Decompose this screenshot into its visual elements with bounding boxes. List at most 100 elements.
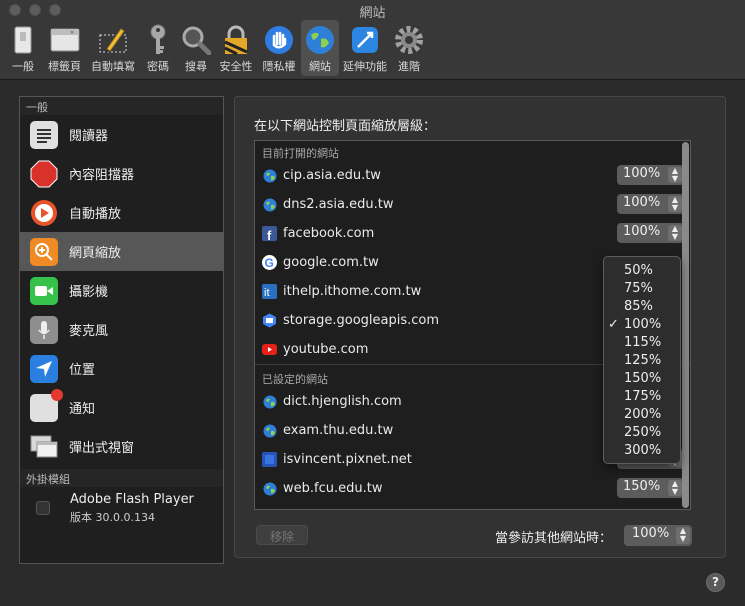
tab-extensions[interactable]: 延伸功能 <box>339 20 391 76</box>
sidebar-item-notifications[interactable]: 通知 <box>20 388 223 427</box>
zoom-popup-button[interactable]: 100% ▲ ▼ <box>617 194 684 214</box>
sidebar-section-general: 一般 <box>20 97 223 115</box>
sidebar-item-location[interactable]: 位置 <box>20 349 223 388</box>
zoom-option[interactable]: 300% <box>604 442 680 460</box>
toolbar: 網站 一般 ✕ 標籤頁 自動填寫 密碼 搜尋 安全性 隱私權 網站 延伸功能 進… <box>0 0 745 80</box>
ithelp-icon: it <box>262 284 277 299</box>
extension-icon <box>349 24 381 56</box>
microphone-icon <box>30 315 58 344</box>
sidebar-item-popups[interactable]: 彈出式視窗 <box>20 427 223 466</box>
site-domain: youtube.com <box>283 342 369 357</box>
tab-autofill[interactable]: 自動填寫 <box>87 20 139 76</box>
site-domain: exam.thu.edu.tw <box>283 423 394 438</box>
tab-websites[interactable]: 網站 <box>301 20 339 76</box>
site-domain: facebook.com <box>283 226 375 241</box>
updown-arrow-icon: ▲▼ <box>668 167 682 183</box>
open-sites-header: 目前打開的網站 <box>262 147 339 160</box>
facebook-icon: f <box>262 226 277 241</box>
popup-window-icon <box>30 433 58 461</box>
magnifier-icon <box>180 24 212 56</box>
remove-button[interactable]: 移除 <box>256 525 308 545</box>
zoom-option[interactable]: 50% <box>604 262 680 280</box>
zoom-option[interactable]: 200% <box>604 406 680 424</box>
updown-arrow-icon: ▲▼ <box>668 196 682 212</box>
hand-icon <box>263 24 295 56</box>
sidebar-item-content-blockers[interactable]: 內容阻擋器 <box>20 154 223 193</box>
plugin-version: 版本 30.0.0.134 <box>70 511 155 524</box>
zoom-popup-button[interactable]: 100% ▲ ▼ <box>617 165 684 185</box>
globe-icon <box>262 168 277 183</box>
globe-icon <box>262 394 277 409</box>
site-row[interactable]: cip.asia.edu.tw 100% ▲ ▼ <box>255 161 690 190</box>
tab-privacy[interactable]: 隱私權 <box>257 20 301 76</box>
google-icon: G <box>262 255 277 270</box>
site-row[interactable]: dns2.asia.edu.tw 100% ▲ ▼ <box>255 190 690 219</box>
zoom-icon <box>30 237 58 266</box>
location-icon <box>30 354 58 383</box>
globe-icon <box>262 423 277 438</box>
youtube-icon <box>262 342 277 357</box>
svg-text:f: f <box>267 228 272 241</box>
switch-icon <box>7 24 39 56</box>
zoom-popup-button[interactable]: 100% ▲ ▼ <box>617 223 684 243</box>
camera-icon <box>30 276 58 305</box>
zoom-dropdown-menu: 50% 75% 85% ✓ 100% 115% 125% 150% 175% 200% 250% 30… <box>603 256 681 464</box>
zoom-option[interactable]: 250% <box>604 424 680 442</box>
other-sites-label: 當參訪其他網站時： <box>495 531 613 546</box>
tab-search[interactable]: 搜尋 <box>177 20 215 76</box>
plugin-name: Adobe Flash Player <box>70 492 194 507</box>
zoom-popup-button[interactable]: 150% ▲ ▼ <box>617 478 684 498</box>
svg-text:it: it <box>264 287 270 299</box>
zoom-option[interactable]: 150% <box>604 370 680 388</box>
site-domain: dns2.asia.edu.tw <box>283 197 394 212</box>
sidebar-section-plugins: 外掛模組 <box>20 469 223 487</box>
site-domain: isvincent.pixnet.net <box>283 452 412 467</box>
zoom-option[interactable]: 85% <box>604 298 680 316</box>
google-cloud-icon <box>262 313 277 328</box>
zoom-option[interactable]: 75% <box>604 280 680 298</box>
tab-advanced[interactable]: 進階 <box>391 20 427 76</box>
sidebar: 一般 閱讀器 內容阻擋器 自動播放 網頁縮放 攝影機 麥克風 位置 通知 彈出式… <box>19 96 224 564</box>
plugin-flash[interactable]: Adobe Flash Player 版本 30.0.0.134 <box>20 487 223 525</box>
zoom-option[interactable]: 115% <box>604 334 680 352</box>
zoom-option[interactable]: 175% <box>604 388 680 406</box>
globe-icon <box>262 481 277 496</box>
site-domain: storage.googleapis.com <box>283 313 440 328</box>
sidebar-item-reader[interactable]: 閱讀器 <box>20 115 223 154</box>
help-button[interactable]: ? <box>706 573 725 592</box>
key-icon <box>142 24 174 56</box>
updown-arrow-icon: ▲▼ <box>668 225 682 241</box>
site-domain: cip.asia.edu.tw <box>283 168 381 183</box>
sidebar-item-autoplay[interactable]: 自動播放 <box>20 193 223 232</box>
scrollbar[interactable] <box>682 142 689 508</box>
site-domain: web.fcu.edu.tw <box>283 481 383 496</box>
gear-icon <box>393 24 425 56</box>
sidebar-item-camera[interactable]: 攝影機 <box>20 271 223 310</box>
site-domain: google.com.tw <box>283 255 379 270</box>
svg-text:G: G <box>265 256 274 270</box>
site-row[interactable]: f facebook.com 100% ▲ ▼ <box>255 219 690 248</box>
preference-tabs: 一般 ✕ 標籤頁 自動填寫 密碼 搜尋 安全性 隱私權 網站 延伸功能 進階 <box>4 20 427 76</box>
checkmark-icon: ✓ <box>608 317 619 332</box>
pixnet-icon <box>262 452 277 467</box>
play-icon <box>30 199 58 227</box>
globe-icon <box>304 24 336 56</box>
site-domain: dict.hjenglish.com <box>283 394 402 409</box>
tab-general[interactable]: 一般 <box>4 20 42 76</box>
zoom-option[interactable]: 125% <box>604 352 680 370</box>
reader-icon <box>30 120 58 149</box>
stop-sign-icon <box>30 160 58 188</box>
zoom-option[interactable]: ✓ 100% <box>604 316 680 334</box>
sidebar-item-microphone[interactable]: 麥克風 <box>20 310 223 349</box>
window-title: 網站 <box>359 6 386 21</box>
tab-security[interactable]: 安全性 <box>215 20 257 76</box>
globe-icon <box>262 197 277 212</box>
plugin-checkbox[interactable] <box>36 501 50 515</box>
tab-tabs[interactable]: ✕ 標籤頁 <box>42 20 87 76</box>
site-row[interactable]: web.fcu.edu.tw 150% ▲ ▼ <box>255 474 690 503</box>
updown-arrow-icon: ▲▼ <box>668 480 682 496</box>
sidebar-item-page-zoom[interactable]: 網頁縮放 <box>20 232 223 271</box>
tab-passwords[interactable]: 密碼 <box>139 20 177 76</box>
notification-icon <box>30 388 63 422</box>
other-sites-zoom-popup[interactable]: 100% ▲ ▼ <box>624 525 692 546</box>
